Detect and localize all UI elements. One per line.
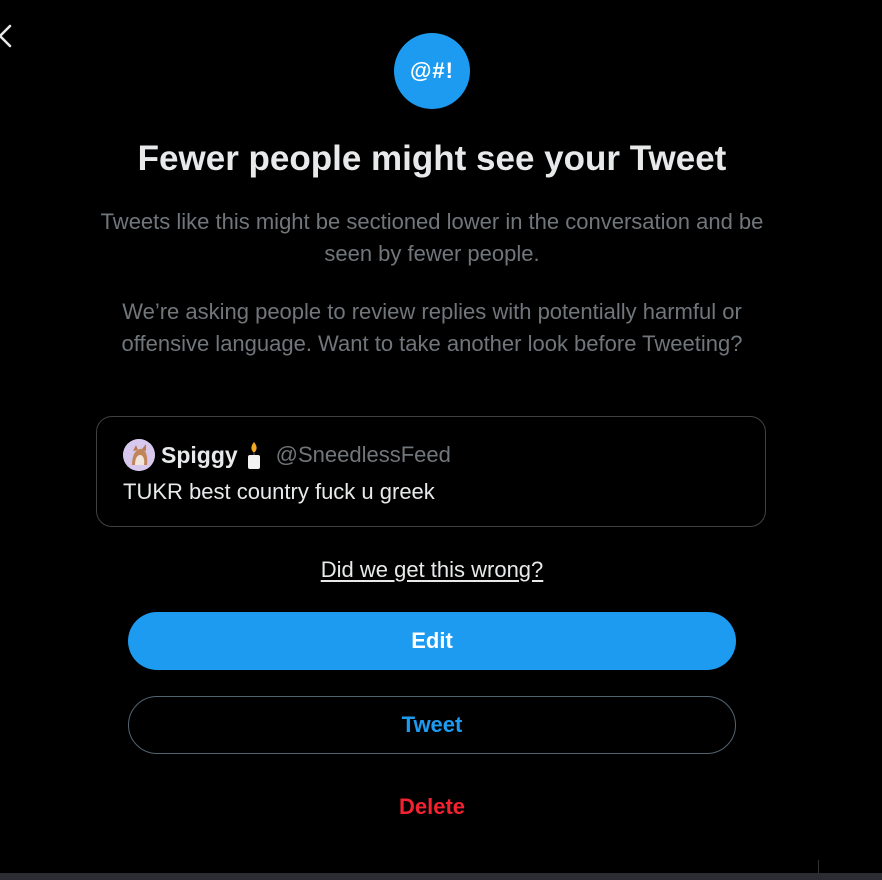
tweet-text: TUKR best country fuck u greek bbox=[123, 479, 435, 504]
description-paragraph-1: Tweets like this might be sectioned lowe… bbox=[100, 209, 764, 266]
warning-badge: @#! bbox=[394, 33, 470, 109]
delete-button[interactable]: Delete bbox=[0, 792, 864, 822]
tweet-author-row: Spiggy @SneedlessFeed bbox=[123, 439, 451, 471]
tweet-button[interactable]: Tweet bbox=[128, 696, 736, 754]
close-icon[interactable] bbox=[0, 22, 14, 50]
offensive-reply-prompt-dialog: @#! Fewer people might see your Tweet Tw… bbox=[0, 0, 882, 880]
close-button[interactable] bbox=[0, 22, 14, 50]
bottom-bar bbox=[0, 873, 882, 880]
avatar-image bbox=[123, 439, 155, 471]
description-paragraph-2: We’re asking people to review replies wi… bbox=[121, 299, 743, 356]
edit-button[interactable]: Edit bbox=[128, 612, 736, 670]
dialog-title: Fewer people might see your Tweet bbox=[137, 139, 727, 178]
tweet-preview-card: Spiggy @SneedlessFeed TUKR best country … bbox=[96, 416, 766, 527]
candle-icon bbox=[247, 442, 260, 469]
tweet-handle: @SneedlessFeed bbox=[275, 442, 451, 467]
avatar bbox=[123, 439, 155, 471]
feedback-link[interactable]: Did we get this wrong? bbox=[0, 555, 864, 585]
tweet-display-name: Spiggy bbox=[161, 441, 238, 468]
